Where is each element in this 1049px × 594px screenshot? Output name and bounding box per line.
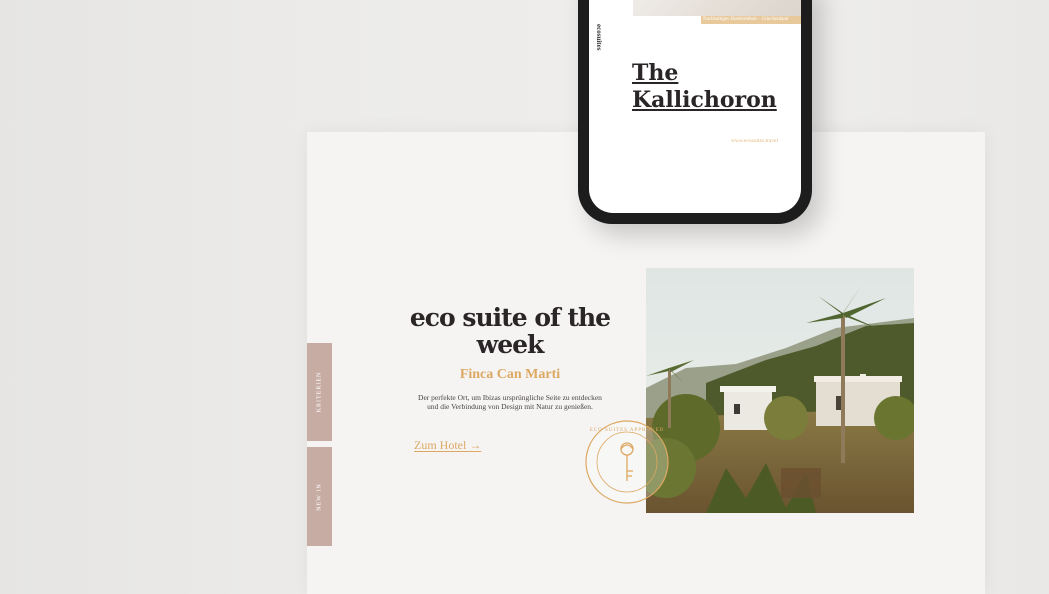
phone-title-line-2: Kallichoron [632,87,777,113]
phone-title-line-1: The [632,60,679,86]
phone-brand: ecosuites [595,24,603,51]
eco-seal-badge: ECO SUITES APPROVED [584,419,670,505]
phone-screen: ecosuites Nachhaltiges Hotelerlebnis · G… [589,0,801,213]
phone-article-title[interactable]: The Kallichoron [632,60,777,114]
seal-text: ECO SUITES APPROVED [590,428,665,433]
phone-mockup: ecosuites Nachhaltiges Hotelerlebnis · G… [578,0,812,224]
phone-meta-label: Nachhaltiges Hotelerlebnis · Griechenlan… [701,16,801,24]
phone-site-link[interactable]: www.ecosuites.travel [731,138,778,144]
zum-hotel-link[interactable]: Zum Hotel → [414,438,481,453]
phone-hero-image [633,0,801,16]
hotel-photo [646,268,914,513]
hero-description: Der perfekte Ort, um Ibizas ursprünglich… [418,393,602,411]
side-tab-kriterien[interactable]: KRITERIEN [307,343,332,441]
side-tab-label: NEW IN [316,482,323,511]
hero-subhead: Finca Can Marti [459,367,561,382]
side-tab-label: KRITERIEN [316,371,323,413]
hero-headline: eco suite of the week [409,303,611,359]
side-tab-new-in[interactable]: NEW IN [307,447,332,546]
seal-icon: ECO SUITES APPROVED [585,420,669,504]
hotel-photo-image [646,268,914,513]
